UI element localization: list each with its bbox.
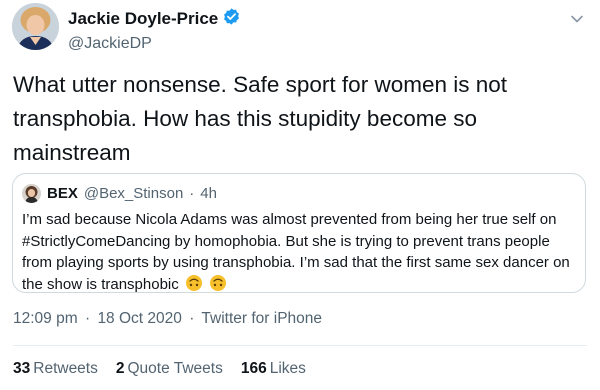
author-name[interactable]: Jackie Doyle-Price: [68, 9, 218, 29]
quoted-handle[interactable]: @Bex_Stinson: [84, 185, 183, 202]
quote-tweets-count: 2: [115, 360, 125, 377]
likes-stat[interactable]: 166 Likes: [241, 360, 306, 378]
avatar-image: [12, 3, 59, 50]
likes-label: Likes: [269, 360, 306, 377]
author-handle[interactable]: @JackieDP: [68, 35, 241, 53]
upside-down-face-icon: [185, 274, 203, 299]
quote-tweets-label: Quote Tweets: [127, 360, 223, 377]
tweet-meta: 12:09 pm · 18 Oct 2020 · Twitter for iPh…: [13, 310, 325, 328]
quote-tweets-stat[interactable]: 2 Quote Tweets: [116, 360, 223, 378]
author-block: Jackie Doyle-Price @JackieDP: [68, 7, 241, 53]
retweets-stat[interactable]: 33 Retweets: [13, 360, 98, 378]
quoted-tweet[interactable]: BEX @Bex_Stinson · 4h I’m sad because Ni…: [12, 173, 586, 293]
quoted-name[interactable]: BEX: [47, 185, 78, 202]
quoted-avatar[interactable]: [22, 184, 41, 203]
tweet-stats: 33 Retweets 2 Quote Tweets 166 Likes: [13, 360, 306, 378]
verified-badge-icon: [222, 7, 241, 31]
quoted-text-body: I’m sad because Nicola Adams was almost …: [22, 211, 570, 293]
quoted-header: BEX @Bex_Stinson · 4h: [22, 184, 217, 203]
tweet-date[interactable]: 18 Oct 2020: [97, 310, 181, 327]
chevron-down-icon[interactable]: [568, 10, 586, 28]
quoted-text: I’m sad because Nicola Adams was almost …: [22, 209, 578, 298]
upside-down-face-icon: [209, 274, 227, 299]
meta-separator: ·: [84, 310, 91, 327]
tweet-source[interactable]: Twitter for iPhone: [201, 310, 322, 327]
likes-count: 166: [240, 360, 267, 377]
author-avatar[interactable]: [12, 3, 59, 50]
quoted-time[interactable]: 4h: [200, 185, 217, 202]
tweet-time[interactable]: 12:09 pm: [13, 310, 78, 327]
author-name-row: Jackie Doyle-Price: [68, 7, 241, 31]
tweet: Jackie Doyle-Price @JackieDP What utter …: [0, 0, 600, 390]
tweet-text: What utter nonsense. Safe sport for wome…: [13, 72, 508, 165]
quoted-separator: ·: [189, 185, 195, 202]
retweets-label: Retweets: [33, 360, 98, 377]
divider: [13, 345, 587, 346]
meta-separator: ·: [189, 310, 195, 327]
retweets-count: 33: [13, 360, 31, 377]
